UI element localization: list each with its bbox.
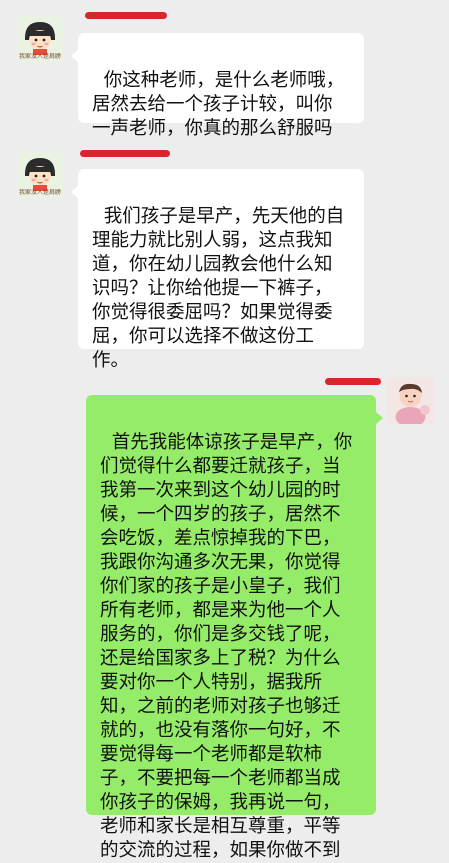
avatar[interactable]	[387, 377, 434, 424]
chat-message[interactable]: 首先我能体谅孩子是早产，你 们觉得什么都要迁就孩子，当 我第一次来到这个幼儿园的…	[86, 395, 383, 861]
message-text: 我们孩子是早产，先天他的自 理能力就比别人弱，这点我知 道，你在幼儿园教会他什么…	[92, 206, 345, 371]
sender-name-redacted	[325, 378, 381, 385]
avatar-caption: 我家没人是肩膀，是的来	[19, 53, 61, 60]
avatar[interactable]: 我家没人是肩膀，是的来	[17, 16, 63, 62]
message-text: 首先我能体谅孩子是早产，你 们觉得什么都要迁就孩子，当 我第一次来到这个幼儿园的…	[100, 432, 353, 861]
avatar[interactable]: 我家没人是肩膀，是的来	[17, 152, 63, 198]
sender-name-redacted	[85, 12, 167, 19]
chat-message[interactable]: 你这种老师，是什么老师哦， 居然去给一个孩子计较，叫你 一声老师，你真的那么舒服…	[71, 33, 364, 139]
baby-photo-avatar-icon	[387, 377, 434, 424]
chat-message[interactable]: 我们孩子是早产，先天他的自 理能力就比别人弱，这点我知 道，你在幼儿园教会他什么…	[71, 169, 364, 371]
message-text: 你这种老师，是什么老师哦， 居然去给一个孩子计较，叫你 一声老师，你真的那么舒服…	[92, 70, 345, 139]
sender-name-redacted	[80, 150, 170, 157]
avatar-caption: 我家没人是肩膀，是的来	[19, 189, 61, 196]
